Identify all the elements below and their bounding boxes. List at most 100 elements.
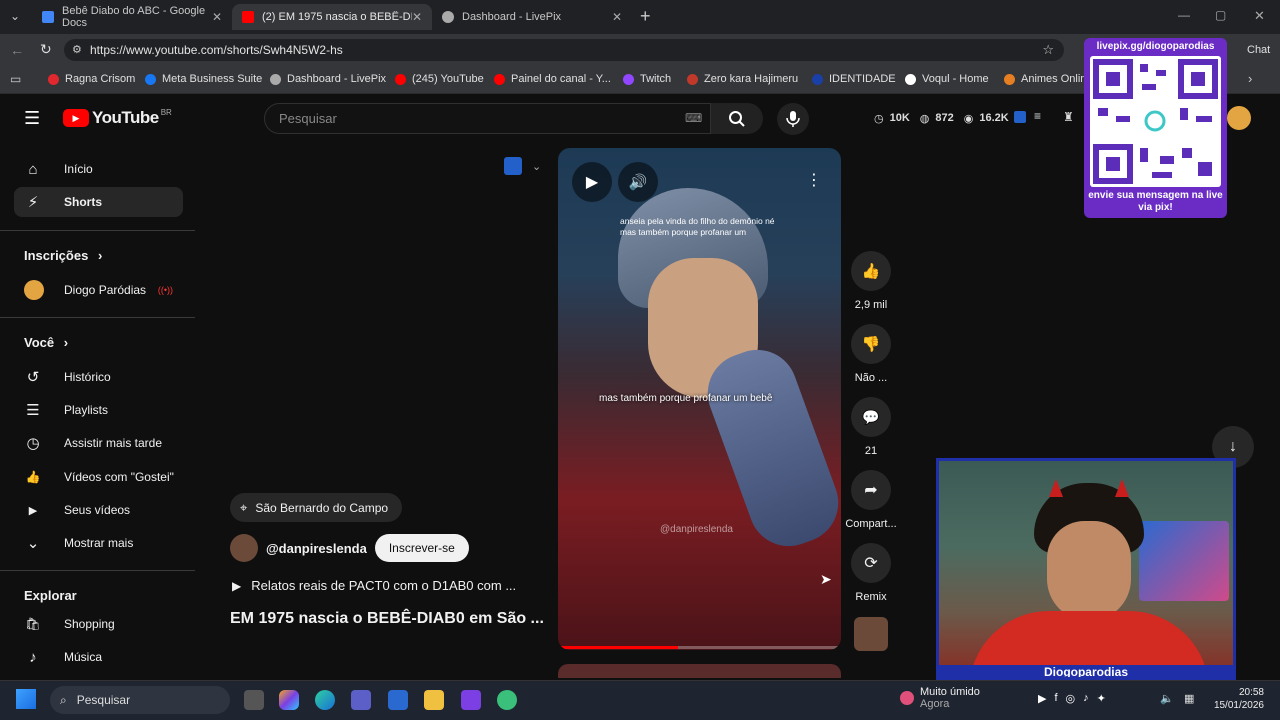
- windows-start-icon[interactable]: [16, 689, 36, 709]
- play-icon: ▶: [232, 578, 242, 593]
- share-action[interactable]: ➦ Compart...: [845, 470, 897, 530]
- copilot-icon[interactable]: [279, 690, 299, 710]
- bookmark-item[interactable]: IDENTIDADE: [812, 73, 896, 85]
- sidebar-item-watch-later[interactable]: ◷ Assistir mais tarde: [14, 428, 183, 458]
- tab-google-docs[interactable]: Bebê Diabo do ABC - Google Docs ✕: [32, 4, 232, 30]
- sidebar-item-liked[interactable]: 👍 Vídeos com "Gostei": [14, 462, 183, 492]
- channel-name[interactable]: @danpireslenda: [266, 541, 367, 556]
- dislike-button[interactable]: 👎: [851, 324, 891, 364]
- search-button[interactable]: [711, 103, 763, 134]
- task-view-icon[interactable]: [244, 690, 264, 710]
- volume-icon[interactable]: 🔈: [1160, 692, 1174, 705]
- short-title[interactable]: EM 1975 nascia o BEBÊ-DIAB0 em São ...: [230, 610, 544, 628]
- sidebar-item-history[interactable]: ↺ Histórico: [14, 362, 183, 392]
- remix-button[interactable]: ⟳: [851, 543, 891, 583]
- maximize-icon[interactable]: ▢: [1215, 8, 1226, 22]
- thumb-down-icon: 👎: [861, 336, 881, 353]
- sidebar-item-shopping[interactable]: 🛍 Shopping: [14, 609, 183, 639]
- play-button[interactable]: ▶: [572, 162, 612, 202]
- share-button[interactable]: ➦: [851, 470, 891, 510]
- comment-button[interactable]: 💬: [851, 397, 891, 437]
- sidebar-item-your-videos[interactable]: ▶ Seus vídeos: [14, 495, 183, 525]
- more-options-icon[interactable]: ⋮: [806, 170, 822, 190]
- network-icon[interactable]: ▦: [1184, 692, 1194, 705]
- new-tab-icon[interactable]: +: [640, 6, 651, 27]
- volume-button[interactable]: 🔊: [618, 162, 658, 202]
- bookmark-item[interactable]: Voqul - Home: [905, 73, 989, 85]
- weather-widget[interactable]: Muito úmido Agora: [900, 686, 980, 710]
- sidebar-item-shorts[interactable]: ⚡ Shorts: [14, 187, 183, 217]
- avatar[interactable]: [1227, 106, 1251, 130]
- sound-thumbnail[interactable]: [854, 617, 888, 651]
- tab-title: Bebê Diabo do ABC - Google Docs: [62, 5, 206, 29]
- voice-search-button[interactable]: [777, 103, 809, 135]
- youtube-social-icon: ▶: [1038, 693, 1047, 705]
- tab-title: Dashboard - LivePix: [462, 11, 562, 23]
- tab-youtube[interactable]: (2) EM 1975 nascia o BEBÊ-DIAB0 ✕: [232, 4, 432, 30]
- devil-horn-left: [1049, 479, 1063, 497]
- reload-icon[interactable]: ↻: [40, 41, 52, 58]
- qr-message: envie sua mensagem na live via pix!: [1088, 190, 1223, 213]
- search-input[interactable]: Pesquisar ⌨: [264, 103, 711, 134]
- minimize-icon[interactable]: —: [1178, 8, 1190, 22]
- sidebar-item-channel[interactable]: Diogo Paródias ((•)): [14, 275, 183, 305]
- bookmark-item[interactable]: Animes Online: [1004, 73, 1093, 85]
- app-icon[interactable]: [461, 690, 481, 710]
- devil-horn-right: [1115, 479, 1129, 497]
- close-tab-icon[interactable]: ✕: [412, 10, 422, 24]
- sidebar-item-music[interactable]: ♪ Música: [14, 642, 183, 672]
- bookmark-item[interactable]: Dashboard - LivePix: [270, 73, 386, 85]
- menu-icon[interactable]: ☰: [24, 108, 40, 129]
- bookmark-item[interactable]: Painel do canal - Y...: [494, 73, 611, 85]
- dislike-label: Não ...: [854, 372, 888, 384]
- store-icon[interactable]: [388, 690, 408, 710]
- site-info-icon[interactable]: ⚙: [72, 43, 82, 56]
- taskbar-search[interactable]: ⌕ Pesquisar: [50, 686, 230, 714]
- sidebar-item-home[interactable]: ⌂ Início: [14, 154, 183, 184]
- bookmark-item[interactable]: Twitch: [623, 73, 671, 85]
- bookmark-item[interactable]: Meta Business Suite: [145, 73, 262, 85]
- sidebar-item-playlists[interactable]: ☰ Playlists: [14, 395, 183, 425]
- close-tab-icon[interactable]: ✕: [212, 10, 222, 24]
- youtube-logo[interactable]: ▶ YouTube BR: [63, 108, 172, 128]
- channel-avatar[interactable]: [230, 534, 258, 562]
- back-icon[interactable]: ←: [10, 42, 24, 58]
- subscriptions-heading[interactable]: Inscrições ›: [24, 248, 102, 263]
- like-action[interactable]: 👍 2,9 mil: [851, 251, 891, 311]
- playlist-link[interactable]: ▶ Relatos reais de PACT0 com o D1AB0 com…: [232, 578, 516, 593]
- teams-icon[interactable]: [351, 690, 371, 710]
- you-heading[interactable]: Você ›: [24, 335, 68, 350]
- remix-action[interactable]: ⟳ Remix: [851, 543, 891, 603]
- bookmark-item[interactable]: Zero kara Hajimeru: [687, 73, 798, 85]
- tab-list-chevron-icon[interactable]: ⌄: [10, 9, 20, 23]
- close-tab-icon[interactable]: ✕: [612, 10, 622, 24]
- extension-badge[interactable]: ⌄: [504, 157, 541, 175]
- sidebar-item-show-more[interactable]: ⌄ Mostrar mais: [14, 528, 183, 558]
- bookmark-favicon-icon: [494, 73, 505, 85]
- bookmark-item[interactable]: Ragna Crisom: [48, 73, 135, 85]
- clock[interactable]: 20:58 15/01/2026: [1212, 686, 1264, 712]
- file-explorer-icon[interactable]: [424, 690, 444, 710]
- bookmark-item[interactable]: (245) YouTube: [395, 73, 484, 85]
- menu-lines-icon[interactable]: ≡: [1034, 109, 1041, 123]
- subscribe-button[interactable]: Inscrever-se: [374, 534, 469, 562]
- location-chip[interactable]: ⌖ São Bernardo do Campo: [230, 493, 403, 522]
- comment-action[interactable]: 💬 21: [851, 397, 891, 457]
- url-bar[interactable]: ⚙ https://www.youtube.com/shorts/Swh4N5W…: [64, 39, 1064, 61]
- close-window-icon[interactable]: ✕: [1254, 8, 1265, 24]
- keyboard-icon[interactable]: ⌨: [685, 111, 702, 125]
- next-short-preview[interactable]: [558, 664, 841, 678]
- bookmarks-menu-icon[interactable]: ▭: [10, 72, 21, 86]
- like-button[interactable]: 👍: [851, 251, 891, 291]
- extension-icon[interactable]: [1014, 111, 1026, 123]
- short-video-player[interactable]: ▶ 🔊 ⋮ anseia pela vinda do filho do demô…: [558, 148, 841, 650]
- channel-row: @danpireslenda Inscrever-se: [230, 534, 469, 562]
- bookmarks-more-icon[interactable]: ›: [1248, 71, 1252, 86]
- obs-icon[interactable]: [497, 690, 517, 710]
- trophy-icon[interactable]: ♜: [1063, 110, 1074, 124]
- tab-livepix[interactable]: Dashboard - LivePix ✕: [432, 4, 632, 30]
- chat-label[interactable]: Chat: [1247, 44, 1270, 56]
- edge-icon[interactable]: [315, 690, 335, 710]
- dislike-action[interactable]: 👎 Não ...: [851, 324, 891, 384]
- bookmark-star-icon[interactable]: ☆: [1042, 42, 1054, 58]
